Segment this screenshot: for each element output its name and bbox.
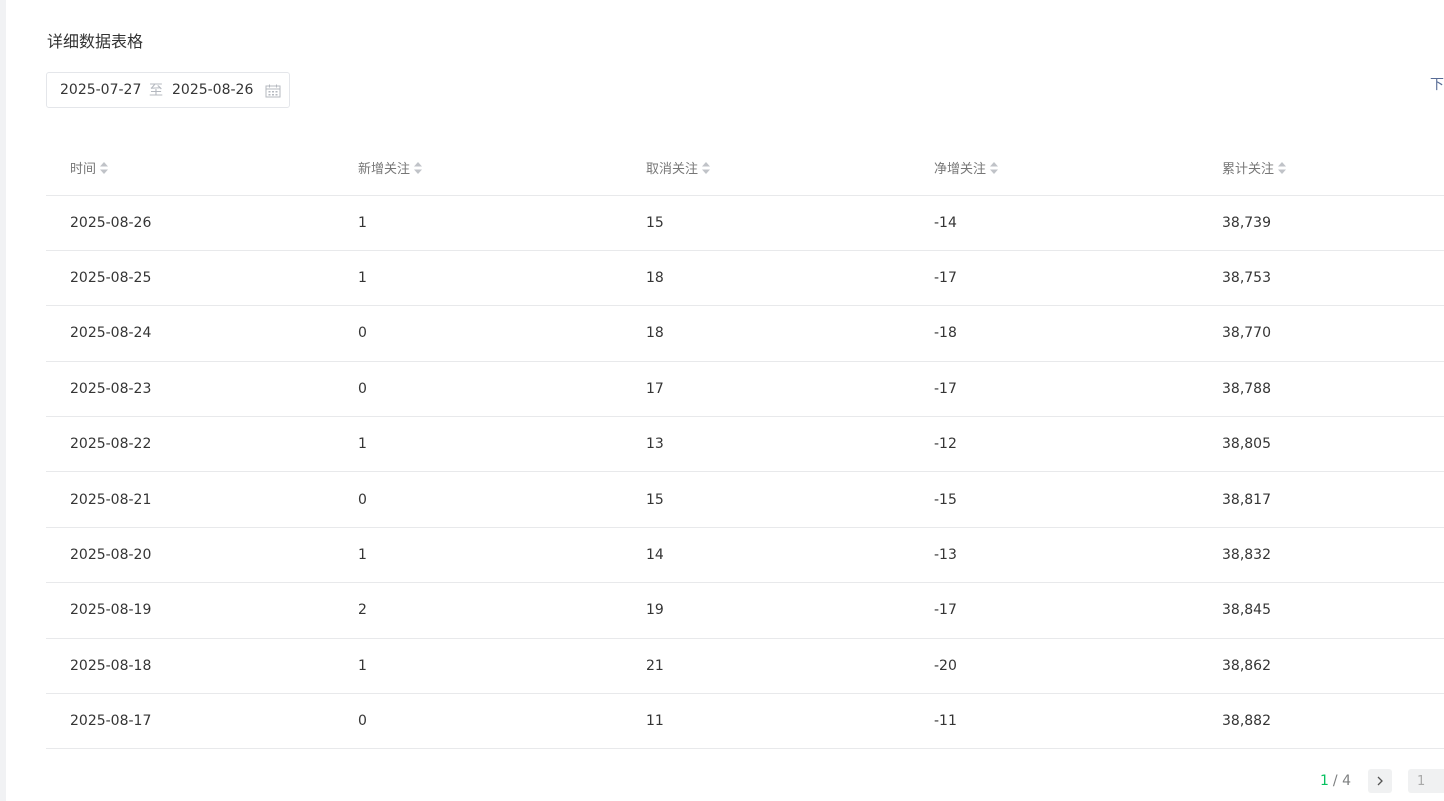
table-row: 2025-08-20 1 14 -13 38,832 (46, 527, 1444, 584)
pagination: 1 / 4 (1320, 769, 1444, 793)
table-cell: 17 (622, 361, 910, 418)
column-header-label: 时间 (70, 161, 97, 177)
next-page-button[interactable] (1368, 769, 1392, 793)
sort-icon[interactable] (701, 161, 711, 175)
table-row: 2025-08-17 0 11 -11 38,882 (46, 693, 1444, 750)
sort-icon[interactable] (99, 161, 109, 175)
table-cell: 2025-08-25 (46, 250, 334, 307)
table-cell: -11 (910, 693, 1198, 750)
table-cell: 38,832 (1198, 527, 1444, 584)
table-row: 2025-08-22 1 13 -12 38,805 (46, 416, 1444, 473)
table-cell: -20 (910, 638, 1198, 695)
table-cell: 2 (334, 582, 622, 639)
table-row: 2025-08-26 1 15 -14 38,739 (46, 195, 1444, 251)
table-cell: 2025-08-18 (46, 638, 334, 695)
table-cell: 2025-08-23 (46, 361, 334, 418)
table-cell: -13 (910, 527, 1198, 584)
table-cell: 0 (334, 471, 622, 528)
data-table: 时间 新增关注 取消关注 净增关注 累计关注 2025-08-26 1 15 -14 38,73… (46, 140, 1444, 750)
table-cell: -12 (910, 416, 1198, 473)
table-cell: 38,770 (1198, 305, 1444, 362)
left-border-strip (0, 0, 6, 801)
table-cell: 1 (334, 195, 622, 251)
date-range-picker[interactable]: 2025-07-27 至 2025-08-26 (46, 72, 290, 108)
table-cell: -17 (910, 582, 1198, 639)
table-cell: 2025-08-21 (46, 471, 334, 528)
table-cell: 0 (334, 361, 622, 418)
table-row: 2025-08-18 1 21 -20 38,862 (46, 638, 1444, 695)
table-cell: 1 (334, 416, 622, 473)
column-header-label: 净增关注 (934, 161, 987, 177)
date-range-end[interactable]: 2025-08-26 (172, 82, 253, 98)
table-row: 2025-08-21 0 15 -15 38,817 (46, 471, 1444, 528)
table-cell: 18 (622, 305, 910, 362)
table-cell: -18 (910, 305, 1198, 362)
sort-icon[interactable] (1277, 161, 1287, 175)
chevron-right-icon (1377, 776, 1383, 786)
date-range-separator: 至 (149, 83, 163, 99)
table-cell: 38,805 (1198, 416, 1444, 473)
table-body: 2025-08-26 1 15 -14 38,739 2025-08-25 1 18 -17 38… (46, 195, 1444, 750)
table-cell: 19 (622, 582, 910, 639)
column-header-label: 新增关注 (358, 161, 411, 177)
table-cell: 1 (334, 527, 622, 584)
date-range-start[interactable]: 2025-07-27 (60, 82, 141, 98)
column-header-label: 累计关注 (1222, 161, 1275, 177)
sort-icon[interactable] (989, 161, 999, 175)
table-cell: 38,817 (1198, 471, 1444, 528)
table-cell: 38,739 (1198, 195, 1444, 251)
table-row: 2025-08-23 0 17 -17 38,788 (46, 361, 1444, 418)
table-cell: 2025-08-24 (46, 305, 334, 362)
table-cell: -17 (910, 361, 1198, 418)
table-cell: 2025-08-19 (46, 582, 334, 639)
table-cell: -14 (910, 195, 1198, 251)
table-cell: 0 (334, 693, 622, 750)
page-jump-input[interactable] (1408, 769, 1444, 793)
column-header-label: 取消关注 (646, 161, 699, 177)
table-cell: 21 (622, 638, 910, 695)
table-cell: 38,882 (1198, 693, 1444, 750)
column-header[interactable]: 时间 (46, 140, 334, 196)
calendar-icon[interactable] (265, 84, 281, 98)
table-cell: 11 (622, 693, 910, 750)
table-cell: 2025-08-22 (46, 416, 334, 473)
page-title: 详细数据表格 (47, 32, 144, 51)
table-cell: -15 (910, 471, 1198, 528)
table-cell: 15 (622, 471, 910, 528)
column-header[interactable]: 取消关注 (622, 140, 910, 196)
sort-icon[interactable] (413, 161, 423, 175)
table-cell: 38,753 (1198, 250, 1444, 307)
table-cell: 14 (622, 527, 910, 584)
table-cell: 38,845 (1198, 582, 1444, 639)
table-cell: 1 (334, 250, 622, 307)
table-cell: 38,788 (1198, 361, 1444, 418)
table-cell: 18 (622, 250, 910, 307)
column-header[interactable]: 新增关注 (334, 140, 622, 196)
table-cell: 38,862 (1198, 638, 1444, 695)
table-header-row: 时间 新增关注 取消关注 净增关注 累计关注 (46, 140, 1444, 196)
table-row: 2025-08-24 0 18 -18 38,770 (46, 305, 1444, 362)
table-cell: 15 (622, 195, 910, 251)
table-cell: 13 (622, 416, 910, 473)
table-cell: -17 (910, 250, 1198, 307)
table-cell: 1 (334, 638, 622, 695)
table-cell: 2025-08-26 (46, 195, 334, 251)
table-row: 2025-08-19 2 19 -17 38,845 (46, 582, 1444, 639)
pagination-total-pages: / 4 (1332, 773, 1351, 789)
table-cell: 2025-08-17 (46, 693, 334, 750)
pagination-current-page: 1 (1320, 773, 1329, 789)
column-header[interactable]: 累计关注 (1198, 140, 1444, 196)
table-cell: 0 (334, 305, 622, 362)
table-row: 2025-08-25 1 18 -17 38,753 (46, 250, 1444, 307)
download-link[interactable]: 下载数据明细 (1430, 74, 1444, 94)
table-cell: 2025-08-20 (46, 527, 334, 584)
column-header[interactable]: 净增关注 (910, 140, 1198, 196)
